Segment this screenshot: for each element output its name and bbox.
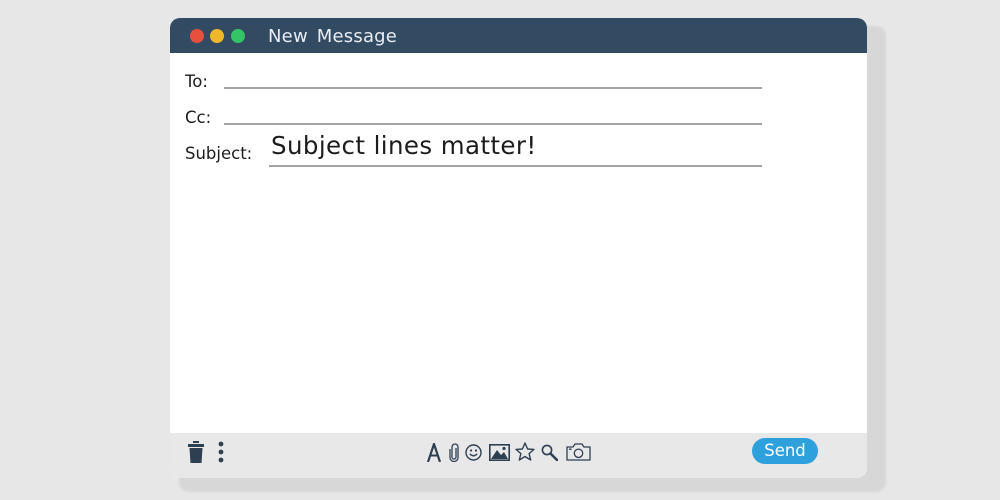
send-button[interactable]: Send (752, 438, 818, 464)
cc-label: Cc: (185, 108, 212, 127)
search-icon[interactable] (541, 444, 558, 461)
minimize-button[interactable] (210, 29, 224, 43)
star-icon[interactable] (515, 442, 535, 461)
subject-value[interactable]: Subject lines matter! (271, 131, 537, 160)
more-options-icon[interactable] (218, 441, 224, 463)
bottom-toolbar: Send (170, 433, 867, 478)
text-format-icon[interactable] (427, 443, 441, 462)
emoji-icon[interactable] (465, 444, 482, 461)
cc-field[interactable] (224, 123, 762, 125)
paperclip-icon[interactable] (449, 443, 459, 462)
compose-window: New Message To: Cc: Subject: Subject lin… (170, 18, 867, 478)
title-bar[interactable]: New Message (170, 18, 867, 53)
close-button[interactable] (190, 29, 204, 43)
maximize-button[interactable] (231, 29, 245, 43)
trash-icon[interactable] (188, 441, 204, 463)
window-title: New Message (268, 26, 398, 47)
image-icon[interactable] (489, 444, 510, 461)
to-label: To: (185, 72, 208, 91)
subject-label: Subject: (185, 144, 253, 163)
to-field[interactable] (224, 87, 762, 89)
subject-field[interactable] (269, 165, 762, 167)
camera-icon[interactable] (566, 443, 591, 461)
